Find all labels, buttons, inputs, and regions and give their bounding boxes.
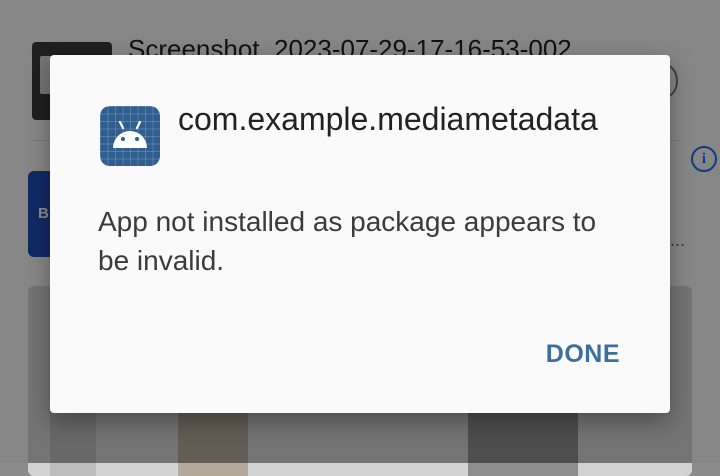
android-robot-icon	[113, 120, 147, 148]
done-button[interactable]: DONE	[538, 334, 628, 375]
dialog-title: com.example.mediametadata	[178, 101, 598, 137]
install-error-dialog: com.example.mediametadata App not instal…	[50, 55, 670, 413]
dialog-message: App not installed as package appears to …	[98, 206, 597, 276]
android-app-icon	[100, 106, 160, 166]
